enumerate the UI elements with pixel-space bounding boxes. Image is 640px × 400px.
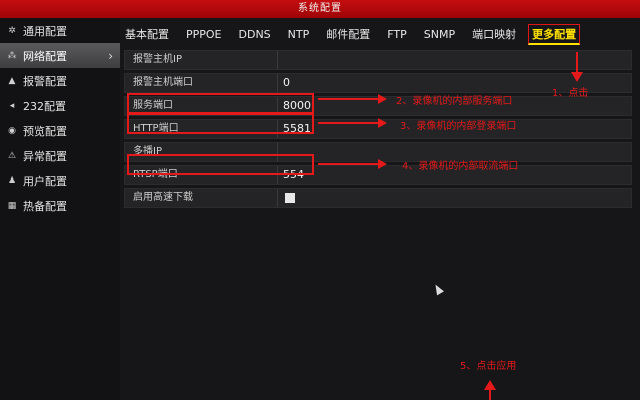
annotation-step2: 2、录像机的内部服务端口 [396, 96, 513, 107]
gear-icon: ✲ [8, 25, 16, 36]
tab-pppoe[interactable]: PPPOE [186, 28, 222, 41]
sidebar-item-label: 预览配置 [23, 124, 67, 138]
network-icon: ⁂ [7, 50, 17, 61]
user-icon: ♟ [7, 175, 17, 186]
sidebar-item-label: 用户配置 [23, 174, 67, 188]
field-label: 报警主机IP [133, 54, 182, 65]
sidebar-item-preview[interactable]: ◉ 预览配置 [0, 118, 120, 143]
sidebar-item-general[interactable]: ✲ 通用配置 [0, 18, 120, 43]
main-panel: 基本配置 PPPOE DDNS NTP 邮件配置 FTP SNMP 端口映射 更… [120, 18, 640, 400]
form-row-alarm-host-ip: 报警主机IP [124, 50, 632, 70]
sidebar: ✲ 通用配置 ⁂ 网络配置 › ▲ 报警配置 ◂ 232配置 ◉ 预览配置 ⚠ … [0, 18, 120, 400]
field-label: 启用高速下载 [133, 192, 193, 203]
window-title: 系统配置 [0, 0, 640, 18]
annotation-step5: 5、点击应用 [460, 361, 517, 372]
sidebar-item-label: 热备配置 [23, 199, 67, 213]
tab-basic[interactable]: 基本配置 [125, 26, 169, 42]
eye-icon: ◉ [8, 125, 16, 136]
tab-snmp[interactable]: SNMP [424, 28, 455, 41]
sidebar-item-network[interactable]: ⁂ 网络配置 › [0, 43, 120, 68]
tab-ftp[interactable]: FTP [387, 28, 407, 41]
rs232-icon: ◂ [9, 100, 15, 111]
chevron-right-icon: › [108, 48, 113, 63]
alarm-icon: ▲ [8, 75, 16, 86]
sidebar-item-232[interactable]: ◂ 232配置 [0, 93, 120, 118]
sidebar-item-exception[interactable]: ⚠ 异常配置 [0, 143, 120, 168]
annotation-step4: 4、录像机的内部取流端口 [402, 161, 519, 172]
highlight-server-port [127, 93, 314, 114]
annotation-step3: 3、录像机的内部登录端口 [400, 121, 517, 132]
arrow-down-icon [571, 52, 583, 82]
sidebar-item-hotspare[interactable]: ▦ 热备配置 [0, 193, 120, 218]
field-label: 报警主机端口 [133, 77, 193, 88]
arrow-right-icon [318, 159, 387, 169]
sidebar-item-user[interactable]: ♟ 用户配置 [0, 168, 120, 193]
alarm-host-port-input[interactable]: 0 [283, 74, 290, 92]
highlight-http-port [127, 113, 314, 134]
sidebar-item-label: 报警配置 [23, 74, 67, 88]
tab-more-settings[interactable]: 更多配置 [528, 23, 581, 45]
tab-port-mapping[interactable]: 端口映射 [472, 26, 516, 42]
sidebar-item-label: 网络配置 [23, 49, 67, 63]
fast-download-checkbox[interactable] [285, 193, 295, 203]
arrow-right-icon [318, 118, 387, 128]
annotation-step1: 1、点击 [552, 88, 589, 99]
highlight-rtsp-port [127, 154, 314, 175]
arrow-right-icon [318, 94, 387, 104]
sidebar-item-alarm[interactable]: ▲ 报警配置 [0, 68, 120, 93]
form-row-fast-download: 启用高速下载 [124, 188, 632, 208]
tab-email[interactable]: 邮件配置 [326, 26, 370, 42]
hotspare-icon: ▦ [7, 200, 17, 211]
tab-bar: 基本配置 PPPOE DDNS NTP 邮件配置 FTP SNMP 端口映射 更… [120, 23, 640, 45]
sidebar-item-label: 通用配置 [23, 24, 67, 38]
sidebar-item-label: 232配置 [23, 99, 66, 113]
tab-ntp[interactable]: NTP [288, 28, 310, 41]
tab-ddns[interactable]: DDNS [239, 28, 271, 41]
sidebar-item-label: 异常配置 [23, 149, 67, 163]
arrow-up-icon [484, 380, 496, 400]
warning-icon: ⚠ [7, 150, 17, 161]
